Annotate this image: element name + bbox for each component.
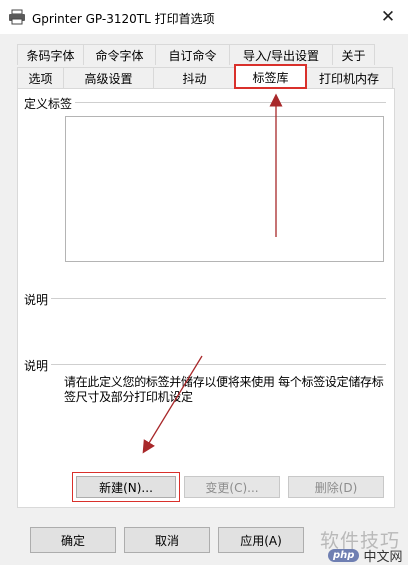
tab-row-front: 选项 高级设置 抖动 标签库 打印机内存 (17, 64, 393, 89)
title-bar: Gprinter GP-3120TL 打印首选项 ✕ (0, 0, 408, 34)
description-text: 请在此定义您的标签并储存以便将来使用 每个标签设定储存标签尺寸及部分打印机设定 (64, 375, 384, 404)
tab-row-back: 条码字体 命令字体 自订命令 导入/导出设置 关于 (17, 44, 375, 65)
watermark-logo: php 中文网 (328, 546, 402, 565)
group-divider (26, 364, 386, 365)
window-title: Gprinter GP-3120TL 打印首选项 (32, 12, 215, 26)
tab-label-library[interactable]: 标签库 (234, 64, 307, 89)
ok-button[interactable]: 确定 (30, 527, 116, 553)
modify-label-button[interactable]: 变更(C)... (184, 476, 280, 498)
close-icon: ✕ (380, 7, 396, 27)
label-listbox[interactable] (65, 116, 384, 262)
group-divider (26, 102, 386, 103)
tab-options[interactable]: 选项 (17, 67, 64, 88)
printer-icon (9, 9, 25, 25)
tab-command-font[interactable]: 命令字体 (83, 44, 156, 65)
group-label-desc1: 说明 (24, 291, 52, 308)
cancel-button[interactable]: 取消 (124, 527, 210, 553)
tab-about[interactable]: 关于 (332, 44, 375, 65)
group-divider (26, 298, 386, 299)
tab-barcode-font[interactable]: 条码字体 (17, 44, 84, 65)
group-label-desc2: 说明 (24, 357, 52, 374)
group-label-custom: 定义标签 (24, 95, 76, 112)
tab-custom-command[interactable]: 自订命令 (155, 44, 230, 65)
new-label-button[interactable]: 新建(N)... (72, 472, 180, 502)
tab-import-export[interactable]: 导入/导出设置 (229, 44, 333, 65)
watermark: 软件技巧 php 中文网 (304, 518, 408, 565)
label-library-panel: 定义标签 说明 说明 请在此定义您的标签并储存以便将来使用 每个标签设定储存标签… (17, 88, 395, 508)
tab-advanced[interactable]: 高级设置 (63, 67, 154, 88)
delete-label-button[interactable]: 删除(D) (288, 476, 384, 498)
apply-button[interactable]: 应用(A) (218, 527, 304, 553)
php-logo-icon: php (328, 549, 360, 562)
close-button[interactable]: ✕ (368, 0, 408, 34)
tab-printer-memory[interactable]: 打印机内存 (305, 67, 393, 88)
watermark-site-name: 中文网 (363, 550, 403, 565)
tab-dither[interactable]: 抖动 (153, 67, 236, 88)
